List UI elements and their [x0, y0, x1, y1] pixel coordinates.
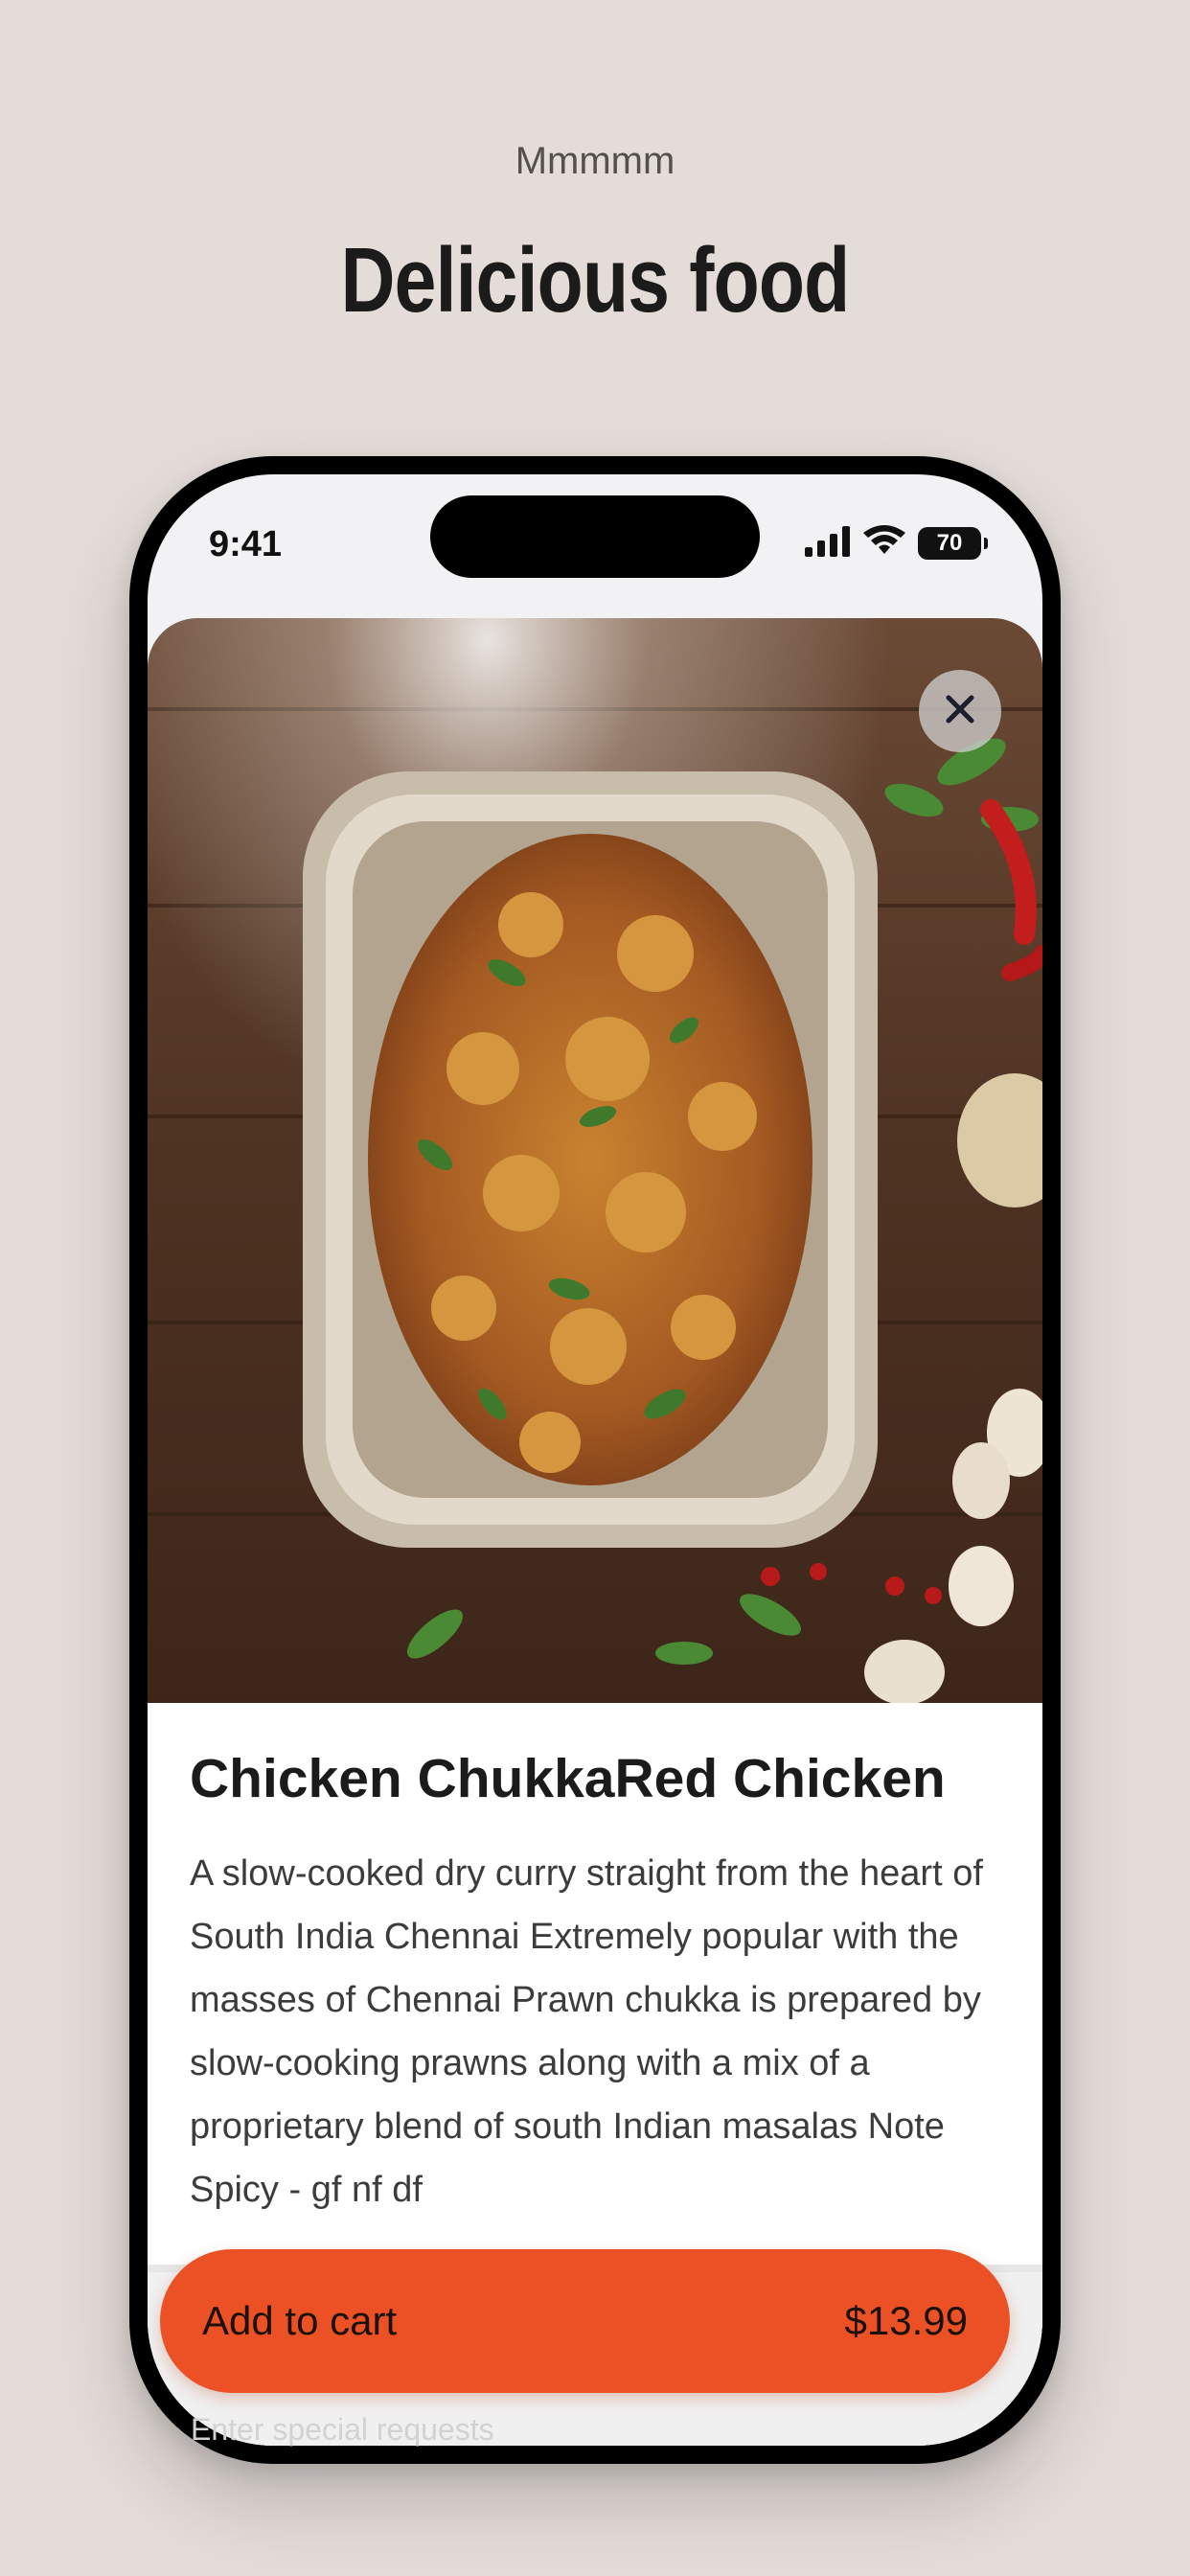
product-sheet: Chicken ChukkaRed Chicken A slow-cooked … — [148, 618, 1042, 2446]
status-time: 9:41 — [209, 524, 283, 564]
eyebrow-text: Mmmmm — [515, 140, 675, 182]
product-description: A slow-cooked dry curry straight from th… — [190, 1853, 983, 2210]
dynamic-island — [430, 495, 760, 578]
product-image — [148, 618, 1042, 1703]
cellular-signal-icon — [805, 525, 851, 562]
page: Mmmmm Delicious food 9:41 70 Chicken Chu… — [0, 0, 1190, 2576]
special-requests-input[interactable] — [191, 2405, 861, 2453]
add-to-cart-button[interactable]: Add to cart $13.99 — [160, 2249, 1010, 2393]
page-headline: Delicious food — [340, 229, 851, 332]
close-button[interactable] — [919, 670, 1001, 752]
product-title: Chicken ChukkaRed Chicken — [190, 1748, 946, 1809]
status-bar: 9:41 70 — [148, 474, 1042, 609]
battery-icon: 70 — [918, 527, 988, 560]
cart-price: $13.99 — [844, 2298, 968, 2343]
status-icons: 70 — [805, 524, 988, 563]
phone-screen: 9:41 70 Chicken ChukkaRed Chicken A slow… — [148, 474, 1042, 2446]
wifi-icon — [862, 524, 906, 563]
add-to-cart-label: Add to cart — [202, 2298, 398, 2343]
close-icon — [944, 693, 976, 730]
phone-frame: 9:41 70 Chicken ChukkaRed Chicken A slow… — [129, 456, 1061, 2464]
